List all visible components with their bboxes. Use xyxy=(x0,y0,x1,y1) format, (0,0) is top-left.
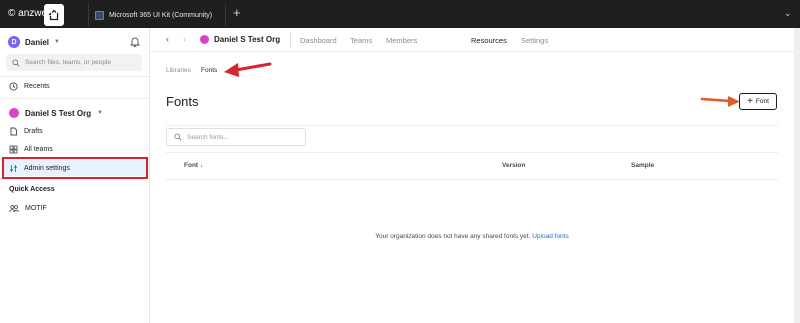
org-header-name: Daniel S Test Org xyxy=(214,35,281,44)
sidebar-item-label: Drafts xyxy=(24,127,43,135)
tab-teams[interactable]: Teams xyxy=(350,36,372,45)
annotation-highlight-box xyxy=(2,157,148,179)
empty-state: Your organization does not have any shar… xyxy=(150,233,794,240)
sidebar-item-label: MOTIF xyxy=(25,204,47,212)
divider xyxy=(166,152,778,153)
sidebar-item-recents[interactable]: Recents xyxy=(4,78,146,94)
file-tab-label: Microsoft 365 UI Kit (Community) xyxy=(109,11,213,19)
org-header: Daniel S Test Org xyxy=(200,35,280,44)
breadcrumb-fonts[interactable]: Fonts xyxy=(201,67,217,74)
tab-resources[interactable]: Resources xyxy=(471,36,507,45)
font-search-placeholder: Search fonts... xyxy=(187,133,229,141)
forward-button[interactable]: › xyxy=(183,34,186,44)
figma-file-icon xyxy=(95,10,104,20)
empty-state-message: Your organization does not have any shar… xyxy=(375,233,531,240)
tab-dashboard[interactable]: Dashboard xyxy=(300,36,337,45)
search-input[interactable]: Search files, teams, or people xyxy=(6,54,142,71)
search-icon xyxy=(12,58,20,67)
bell-icon[interactable] xyxy=(130,36,140,47)
plus-icon: + xyxy=(747,95,753,107)
column-header-font[interactable]: Font ↓ xyxy=(184,162,203,169)
divider xyxy=(166,125,778,126)
file-icon xyxy=(10,127,17,135)
add-font-label: Font xyxy=(755,98,769,105)
tab-overflow-chevron-icon[interactable]: ⌄ xyxy=(784,8,792,19)
sidebar-item-label: All teams xyxy=(24,145,53,153)
org-avatar xyxy=(200,35,209,44)
divider xyxy=(290,33,291,47)
top-navigation: ‹ › Daniel S Test Org Dashboard Teams Me… xyxy=(150,28,794,52)
sidebar-item-drafts[interactable]: Drafts xyxy=(4,123,146,139)
back-button[interactable]: ‹ xyxy=(166,34,169,44)
new-tab-button[interactable]: + xyxy=(233,6,241,20)
org-avatar xyxy=(9,108,19,118)
sidebar: D Daniel ▼ Search files, teams, or peopl… xyxy=(0,28,150,323)
upload-fonts-link[interactable]: Upload fonts xyxy=(532,233,569,240)
column-header-version[interactable]: Version xyxy=(502,162,525,169)
app-tab-strip: © anzweb.ir Microsoft 365 UI Kit (Commun… xyxy=(0,0,800,28)
sort-arrow-icon: ↓ xyxy=(199,162,204,169)
page-title: Fonts xyxy=(166,94,199,109)
clock-icon xyxy=(9,81,18,91)
window-edge xyxy=(794,28,800,323)
divider xyxy=(0,98,150,99)
sidebar-item-motif[interactable]: MOTIF xyxy=(4,200,146,216)
quick-access-heading: Quick Access xyxy=(9,186,55,193)
org-switcher[interactable]: Daniel S Test Org ▼ xyxy=(4,105,146,121)
file-tab[interactable]: Microsoft 365 UI Kit (Community) xyxy=(88,4,226,26)
divider xyxy=(0,76,150,77)
account-switcher[interactable]: D Daniel ▼ xyxy=(8,34,142,50)
sidebar-item-all-teams[interactable]: All teams xyxy=(4,141,146,157)
font-search-input[interactable]: Search fonts... xyxy=(166,128,306,146)
tab-members[interactable]: Members xyxy=(386,36,417,45)
breadcrumb-libraries[interactable]: Libraries xyxy=(166,67,191,74)
chevron-down-icon: ▼ xyxy=(54,39,60,45)
column-header-label: Font xyxy=(184,162,199,169)
app-window: D Daniel ▼ Search files, teams, or peopl… xyxy=(0,28,800,323)
watermark: © anzweb.ir xyxy=(8,8,61,19)
annotation-arrow-icon xyxy=(224,62,272,77)
people-icon xyxy=(9,204,19,212)
divider xyxy=(166,179,778,180)
tab-settings[interactable]: Settings xyxy=(521,36,548,45)
annotation-arrow-icon xyxy=(700,96,740,107)
search-icon xyxy=(174,133,182,141)
user-name: Daniel xyxy=(25,37,50,47)
grid-icon xyxy=(9,145,18,153)
add-font-button[interactable]: + Font xyxy=(739,93,777,110)
chevron-down-icon: ▼ xyxy=(97,110,104,116)
sidebar-item-label: Recents xyxy=(24,82,50,90)
column-header-sample[interactable]: Sample xyxy=(631,162,654,169)
org-name: Daniel S Test Org xyxy=(25,108,92,118)
avatar: D xyxy=(8,36,20,48)
search-placeholder: Search files, teams, or people xyxy=(25,59,111,66)
